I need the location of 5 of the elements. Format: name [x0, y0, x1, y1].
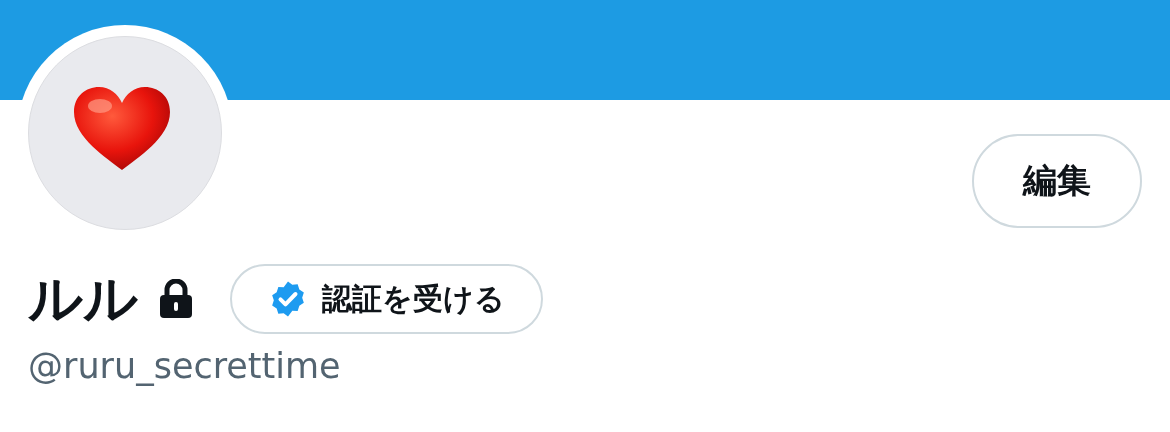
username-handle: @ruru_secrettime [27, 345, 342, 386]
heart-icon [72, 86, 172, 172]
edit-profile-button[interactable]: 編集 [972, 134, 1142, 228]
display-name: ルル [28, 269, 138, 329]
get-verified-button[interactable]: 認証を受ける [230, 264, 543, 334]
